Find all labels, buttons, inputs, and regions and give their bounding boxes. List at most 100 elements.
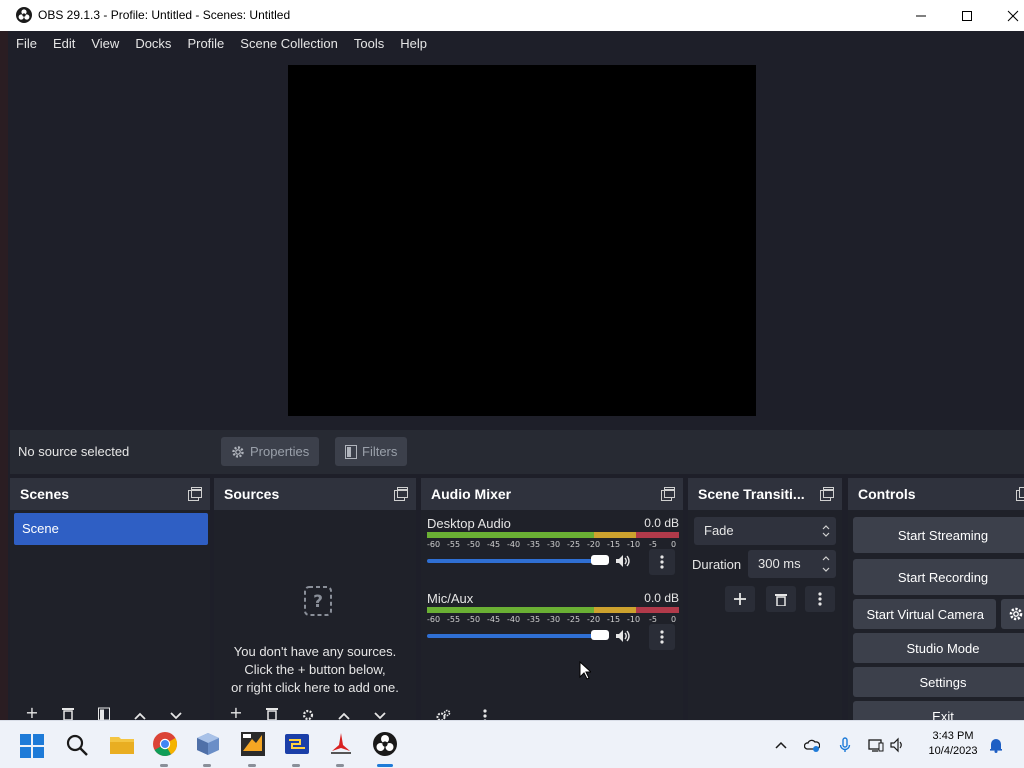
- taskbar-clock[interactable]: 3:43 PM 10/4/2023: [916, 729, 990, 759]
- app-icon-red-tool[interactable]: [328, 731, 354, 757]
- remove-transition-button[interactable]: [766, 586, 796, 612]
- menu-bar: File Edit View Docks Profile Scene Colle…: [8, 31, 1024, 56]
- onedrive-icon[interactable]: [804, 737, 820, 753]
- filter-icon: [98, 707, 110, 720]
- volume-slider-handle[interactable]: [591, 555, 609, 565]
- move-source-up-button[interactable]: [334, 706, 354, 720]
- menu-file[interactable]: File: [8, 31, 45, 56]
- plus-icon: +: [229, 706, 243, 720]
- move-scene-up-button[interactable]: [130, 706, 150, 720]
- close-icon: [1007, 10, 1019, 21]
- kebab-icon: [483, 709, 487, 720]
- taskbar: 3:43 PM 10/4/2023: [0, 720, 1024, 768]
- exit-button[interactable]: Exit: [853, 701, 1024, 720]
- undock-icon[interactable]: [1016, 487, 1024, 501]
- transitions-body: Fade Duration 300 ms: [688, 510, 842, 720]
- menu-tools[interactable]: Tools: [346, 31, 392, 56]
- advanced-audio-button[interactable]: [433, 706, 453, 720]
- minimize-button[interactable]: [898, 0, 944, 31]
- windows-start-icon[interactable]: [20, 734, 44, 758]
- tick: -10: [627, 615, 641, 624]
- transition-menu-button[interactable]: [805, 586, 835, 612]
- scene-filters-button[interactable]: [94, 706, 114, 720]
- microphone-icon[interactable]: [837, 737, 853, 753]
- sources-list[interactable]: ? You don't have any sources. Click the …: [214, 510, 416, 720]
- volume-slider[interactable]: [427, 634, 609, 638]
- tick: -50: [467, 615, 481, 624]
- volume-icon[interactable]: [890, 737, 906, 753]
- transitions-title: Scene Transiti...: [698, 486, 805, 502]
- add-transition-button[interactable]: [725, 586, 755, 612]
- menu-scene-collection[interactable]: Scene Collection: [232, 31, 346, 56]
- maximize-button[interactable]: [944, 0, 990, 31]
- mixer-menu-button[interactable]: [475, 706, 495, 720]
- menu-view[interactable]: View: [83, 31, 127, 56]
- controls-dock-header: Controls: [848, 478, 1024, 510]
- preview-canvas[interactable]: [288, 65, 756, 416]
- close-button[interactable]: [990, 0, 1024, 31]
- gear-icon: [232, 445, 244, 458]
- plus-icon: [734, 593, 746, 605]
- scenes-title: Scenes: [20, 486, 70, 502]
- move-scene-down-button[interactable]: [166, 706, 186, 720]
- duration-spinbox[interactable]: 300 ms: [748, 550, 836, 578]
- add-scene-button[interactable]: +: [22, 706, 42, 720]
- background-window-edge: [0, 0, 8, 720]
- virtual-camera-settings-button[interactable]: [1001, 599, 1024, 629]
- undock-icon[interactable]: [661, 487, 675, 501]
- remove-scene-button[interactable]: [58, 706, 78, 720]
- volume-meter: [427, 607, 679, 613]
- volume-slider-handle[interactable]: [591, 630, 609, 640]
- settings-button[interactable]: Settings: [853, 667, 1024, 697]
- empty-line-1: You don't have any sources.: [233, 644, 397, 659]
- properties-button[interactable]: Properties: [221, 437, 320, 466]
- obs-taskbar-icon[interactable]: [372, 731, 398, 757]
- file-explorer-icon[interactable]: [109, 731, 135, 757]
- window-title: OBS 29.1.3 - Profile: Untitled - Scenes:…: [38, 8, 291, 22]
- channel-menu-button[interactable]: [649, 549, 675, 575]
- speaker-icon[interactable]: [615, 628, 631, 644]
- running-indicator: [248, 764, 256, 767]
- channel-menu-button[interactable]: [649, 624, 675, 650]
- chrome-icon[interactable]: [152, 731, 178, 757]
- chevron-up-icon[interactable]: [773, 737, 789, 753]
- start-recording-button[interactable]: Start Recording: [853, 559, 1024, 595]
- obs-logo-icon: [16, 7, 32, 23]
- search-icon[interactable]: [65, 733, 89, 757]
- add-source-button[interactable]: +: [226, 706, 246, 720]
- app-icon-paint[interactable]: [240, 731, 266, 757]
- transition-selected: Fade: [704, 523, 734, 538]
- speaker-icon[interactable]: [615, 553, 631, 569]
- tick: -20: [587, 540, 601, 549]
- undock-icon[interactable]: [820, 487, 834, 501]
- spin-arrows-icon[interactable]: [822, 554, 830, 574]
- undock-icon[interactable]: [188, 487, 202, 501]
- notification-bell-icon[interactable]: [988, 737, 1004, 753]
- sources-empty-message: You don't have any sources. Click the + …: [214, 643, 416, 697]
- transition-select[interactable]: Fade: [694, 517, 836, 545]
- tick: -10: [627, 540, 641, 549]
- source-properties-button[interactable]: [298, 706, 318, 720]
- network-icon[interactable]: [868, 737, 884, 753]
- channel-name: Mic/Aux: [427, 591, 474, 606]
- menu-help[interactable]: Help: [392, 31, 435, 56]
- app-icon-network[interactable]: [284, 731, 310, 757]
- menu-edit[interactable]: Edit: [45, 31, 83, 56]
- remove-source-button[interactable]: [262, 706, 282, 720]
- maximize-icon: [962, 10, 972, 21]
- virtualbox-icon[interactable]: [195, 731, 221, 757]
- menu-docks[interactable]: Docks: [127, 31, 179, 56]
- empty-line-2: Click the + button below,: [244, 662, 386, 677]
- move-source-down-button[interactable]: [370, 706, 390, 720]
- volume-slider[interactable]: [427, 559, 609, 563]
- audio-mixer-toolbar: [421, 698, 683, 720]
- start-streaming-button[interactable]: Start Streaming: [853, 517, 1024, 553]
- filters-button[interactable]: Filters: [335, 437, 408, 466]
- scene-item[interactable]: Scene: [14, 513, 208, 545]
- start-virtual-camera-button[interactable]: Start Virtual Camera: [853, 599, 996, 629]
- trash-icon: [62, 708, 74, 720]
- undock-icon[interactable]: [394, 487, 408, 501]
- menu-profile[interactable]: Profile: [179, 31, 232, 56]
- channel-db: 0.0 dB: [644, 516, 679, 530]
- studio-mode-button[interactable]: Studio Mode: [853, 633, 1024, 663]
